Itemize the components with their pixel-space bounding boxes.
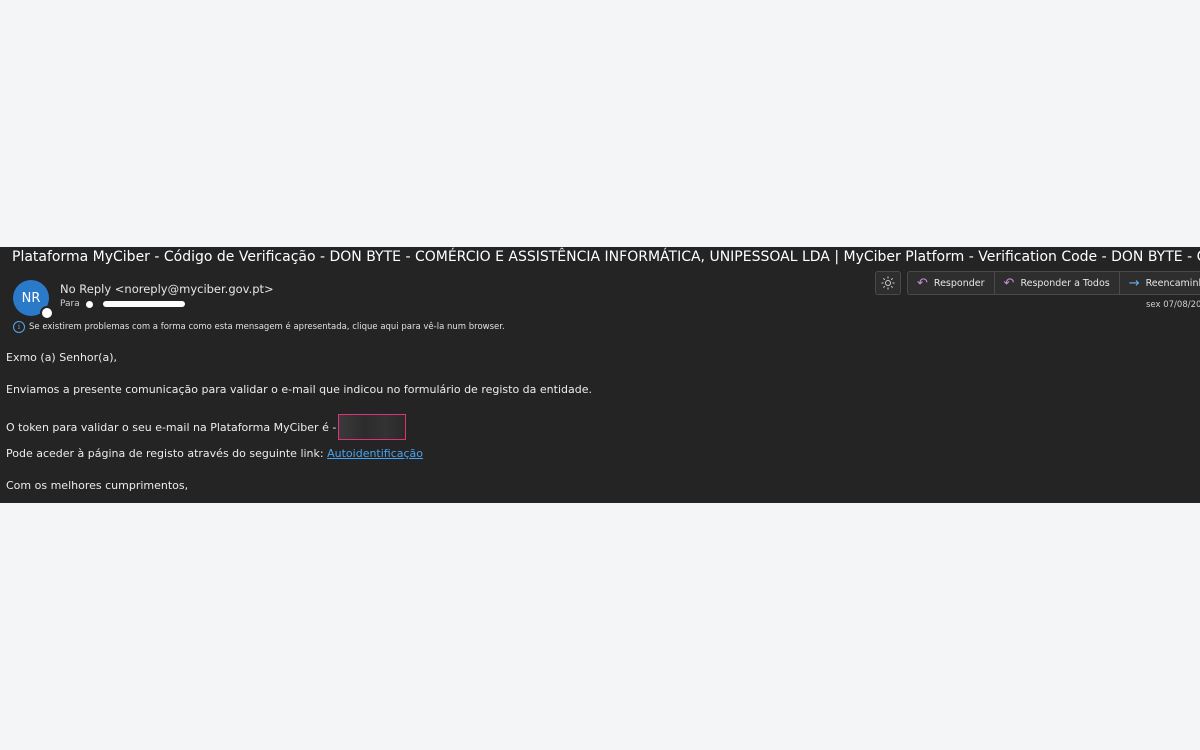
reply-all-arrow-icon: ↶ (1003, 275, 1015, 291)
reply-arrow-icon: ↶ (917, 275, 928, 291)
theme-toggle-button[interactable] (875, 271, 901, 295)
forward-label: Reencaminhar (1145, 277, 1200, 289)
received-date: sex 07/08/2025 (1146, 300, 1200, 310)
info-icon: i (13, 321, 25, 333)
reply-button[interactable]: ↶ Responder (908, 272, 995, 294)
email-subject: Plataforma MyCiber - Código de Verificaç… (12, 249, 1200, 265)
avatar-initials: NR (21, 290, 41, 306)
sender[interactable]: No Reply <noreply@myciber.gov.pt> (60, 282, 274, 296)
recipient-redacted[interactable] (102, 301, 185, 307)
email-reading-pane: Plataforma MyCiber - Código de Verificaç… (0, 247, 1200, 503)
token-redacted-highlight (338, 414, 407, 440)
reply-actions-group: ↶ Responder ↶ Responder a Todos → Reenca… (907, 271, 1200, 295)
page: Plataforma MyCiber - Código de Verificaç… (0, 0, 1200, 750)
token-text: O token para validar o seu e-mail na Pla… (6, 421, 337, 434)
forward-arrow-icon: → (1128, 275, 1140, 291)
link-intro-text: Pode aceder à página de registo através … (6, 447, 328, 460)
closing: Com os melhores cumprimentos, (6, 479, 189, 492)
intro-paragraph: Enviamos a presente comunicação para val… (6, 383, 592, 396)
recipient-row: Para (60, 299, 185, 309)
recipient-status-icon (85, 300, 93, 308)
reply-all-button[interactable]: ↶ Responder a Todos (995, 272, 1120, 294)
greeting: Exmo (a) Senhor(a), (6, 351, 117, 364)
sun-icon (881, 276, 895, 290)
presence-status-icon (40, 306, 54, 320)
forward-button[interactable]: → Reencaminhar (1120, 272, 1200, 294)
info-banner[interactable]: i Se existirem problemas com a forma com… (13, 321, 505, 333)
reply-label: Responder (933, 277, 985, 289)
to-label: Para (60, 299, 80, 309)
token-paragraph: O token para validar o seu e-mail na Pla… (6, 414, 407, 441)
link-paragraph: Pode aceder à página de registo através … (6, 447, 423, 460)
info-banner-text[interactable]: Se existirem problemas com a forma como … (29, 322, 505, 332)
autoidentificacao-link[interactable]: Autoidentificação (327, 447, 423, 460)
reply-all-label: Responder a Todos (1020, 277, 1110, 289)
message-toolbar: ↶ Responder ↶ Responder a Todos → Reenca… (875, 271, 1200, 295)
